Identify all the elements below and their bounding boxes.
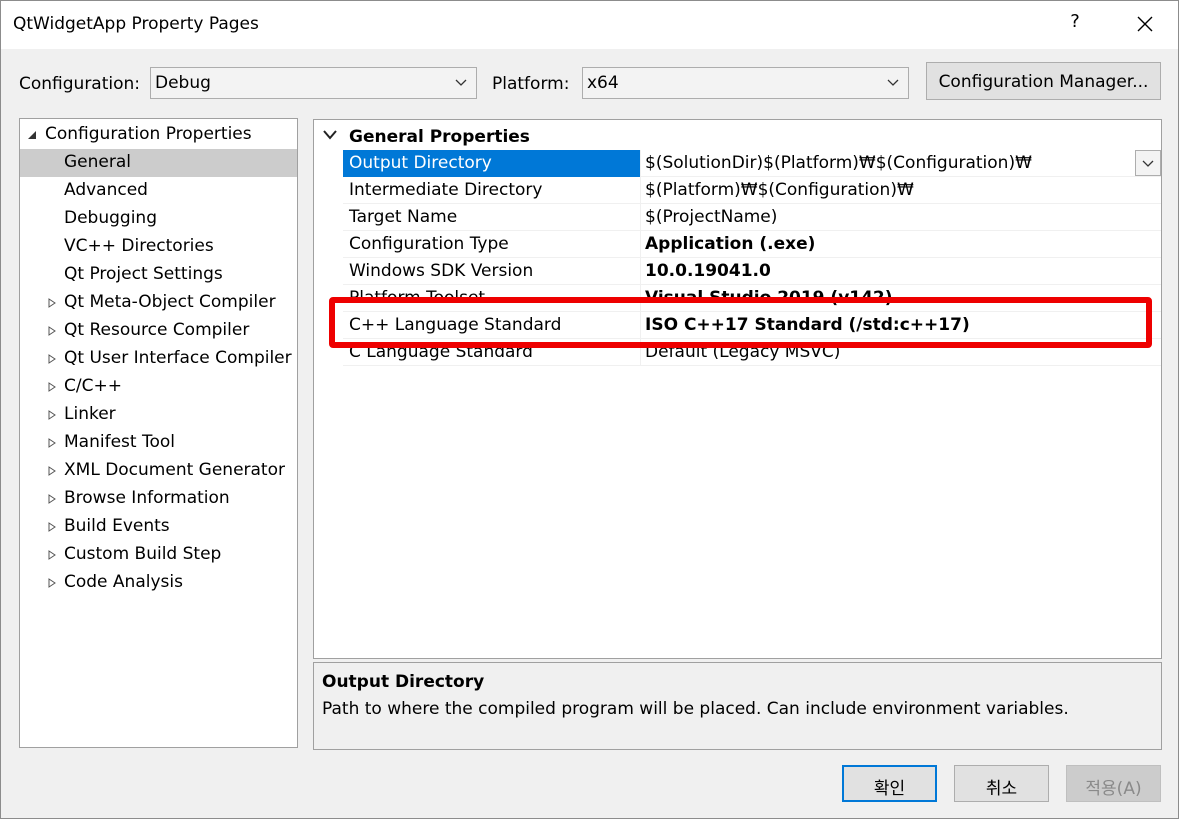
tree-item-label: Advanced bbox=[64, 180, 148, 200]
collapsed-triangle-icon bbox=[48, 522, 56, 532]
property-row[interactable]: Intermediate Directory $(Platform)₩$(Conf… bbox=[343, 177, 1161, 204]
description-panel: Output Directory Path to where the compi… bbox=[313, 662, 1162, 750]
property-grid[interactable]: General Properties Output Directory $(Sol… bbox=[313, 119, 1162, 659]
apply-button[interactable]: 적용(A) bbox=[1066, 765, 1161, 802]
tree-item-label: Qt User Interface Compiler bbox=[64, 348, 292, 368]
chevron-down-icon bbox=[887, 79, 899, 86]
tree-item-label: Build Events bbox=[64, 516, 170, 536]
configuration-label: Configuration: bbox=[19, 74, 141, 94]
tree-item-label: Qt Project Settings bbox=[64, 264, 223, 284]
cancel-button[interactable]: 취소 bbox=[954, 765, 1049, 802]
collapsed-triangle-icon bbox=[48, 326, 56, 336]
property-name: Windows SDK Version bbox=[343, 258, 641, 285]
configuration-manager-button[interactable]: Configuration Manager... bbox=[926, 62, 1161, 100]
property-row[interactable]: Windows SDK Version 10.0.19041.0 bbox=[343, 258, 1161, 285]
ok-button[interactable]: 확인 bbox=[842, 765, 937, 802]
property-name: Intermediate Directory bbox=[343, 177, 641, 204]
help-button[interactable]: ? bbox=[1065, 11, 1085, 37]
section-title: General Properties bbox=[349, 127, 530, 147]
tree-item-label: Browse Information bbox=[64, 488, 230, 508]
property-name: Output Directory bbox=[343, 150, 641, 177]
collapsed-triangle-icon bbox=[48, 466, 56, 476]
title-bar: QtWidgetApp Property Pages ? bbox=[1, 1, 1178, 49]
tree-item[interactable]: VC++ Directories bbox=[20, 233, 297, 261]
configuration-dropdown[interactable]: Debug bbox=[150, 67, 477, 99]
property-value[interactable]: 10.0.19041.0 bbox=[641, 258, 1161, 285]
tree-item-label: Custom Build Step bbox=[64, 544, 222, 564]
tree-item[interactable]: Debugging bbox=[20, 205, 297, 233]
property-row[interactable]: Output Directory $(SolutionDir)$(Platform… bbox=[343, 150, 1161, 177]
chevron-down-icon bbox=[455, 79, 467, 86]
collapsed-triangle-icon bbox=[48, 550, 56, 560]
collapsed-triangle-icon bbox=[48, 298, 56, 308]
section-header[interactable]: General Properties bbox=[314, 120, 1161, 150]
chevron-down-icon bbox=[323, 130, 337, 140]
configuration-value: Debug bbox=[155, 73, 211, 93]
collapsed-triangle-icon bbox=[48, 382, 56, 392]
tree-item[interactable]: Linker bbox=[20, 401, 297, 429]
value-dropdown-button[interactable] bbox=[1135, 150, 1161, 176]
property-value[interactable]: Application (.exe) bbox=[641, 231, 1161, 258]
tree-item-label: Qt Resource Compiler bbox=[64, 320, 250, 340]
tree-item[interactable]: Build Events bbox=[20, 513, 297, 541]
property-value[interactable]: $(Platform)₩$(Configuration)₩ bbox=[641, 177, 1161, 204]
highlight-box bbox=[329, 297, 1152, 348]
collapsed-triangle-icon bbox=[48, 578, 56, 588]
tree-item[interactable]: Custom Build Step bbox=[20, 541, 297, 569]
expanded-triangle-icon bbox=[28, 131, 36, 139]
tree-item[interactable]: General bbox=[20, 149, 297, 177]
collapsed-triangle-icon bbox=[48, 438, 56, 448]
tree-item[interactable]: C/C++ bbox=[20, 373, 297, 401]
tree-item-label: XML Document Generator bbox=[64, 460, 285, 480]
tree-item[interactable]: Qt Resource Compiler bbox=[20, 317, 297, 345]
description-title: Output Directory bbox=[322, 672, 485, 692]
property-row[interactable]: Target Name $(ProjectName) bbox=[343, 204, 1161, 231]
collapsed-triangle-icon bbox=[48, 410, 56, 420]
property-row[interactable]: Configuration Type Application (.exe) bbox=[343, 231, 1161, 258]
close-icon bbox=[1137, 16, 1153, 32]
tree-item-label: Manifest Tool bbox=[64, 432, 175, 452]
tree-item[interactable]: Browse Information bbox=[20, 485, 297, 513]
tree-root-label: Configuration Properties bbox=[45, 124, 252, 144]
tree-item[interactable]: XML Document Generator bbox=[20, 457, 297, 485]
tree-item-label: Qt Meta-Object Compiler bbox=[64, 292, 276, 312]
property-value[interactable]: $(SolutionDir)$(Platform)₩$(Configuratio… bbox=[641, 150, 1161, 177]
tree-root[interactable]: Configuration Properties bbox=[20, 121, 297, 149]
platform-dropdown[interactable]: x64 bbox=[582, 67, 909, 99]
description-text: Path to where the compiled program will … bbox=[322, 699, 1069, 719]
tree-item-label: General bbox=[64, 152, 131, 172]
platform-label: Platform: bbox=[492, 74, 570, 94]
chevron-down-icon bbox=[1142, 160, 1154, 167]
tree-item-label: Code Analysis bbox=[64, 572, 183, 592]
tree-item[interactable]: Code Analysis bbox=[20, 569, 297, 597]
property-value[interactable]: $(ProjectName) bbox=[641, 204, 1161, 231]
collapsed-triangle-icon bbox=[48, 354, 56, 364]
tree-item-label: VC++ Directories bbox=[64, 236, 214, 256]
tree-item[interactable]: Qt Meta-Object Compiler bbox=[20, 289, 297, 317]
property-name: Target Name bbox=[343, 204, 641, 231]
close-button[interactable] bbox=[1131, 9, 1159, 39]
property-name: Configuration Type bbox=[343, 231, 641, 258]
tree-item[interactable]: Qt Project Settings bbox=[20, 261, 297, 289]
platform-value: x64 bbox=[587, 73, 619, 93]
collapsed-triangle-icon bbox=[48, 494, 56, 504]
tree-item[interactable]: Qt User Interface Compiler bbox=[20, 345, 297, 373]
tree-item[interactable]: Advanced bbox=[20, 177, 297, 205]
tree-item-label: Linker bbox=[64, 404, 116, 424]
property-tree[interactable]: Configuration Properties General Advanced… bbox=[19, 118, 298, 748]
tree-item[interactable]: Manifest Tool bbox=[20, 429, 297, 457]
tree-item-label: C/C++ bbox=[64, 376, 122, 396]
tree-item-label: Debugging bbox=[64, 208, 157, 228]
window-title: QtWidgetApp Property Pages bbox=[13, 14, 259, 34]
